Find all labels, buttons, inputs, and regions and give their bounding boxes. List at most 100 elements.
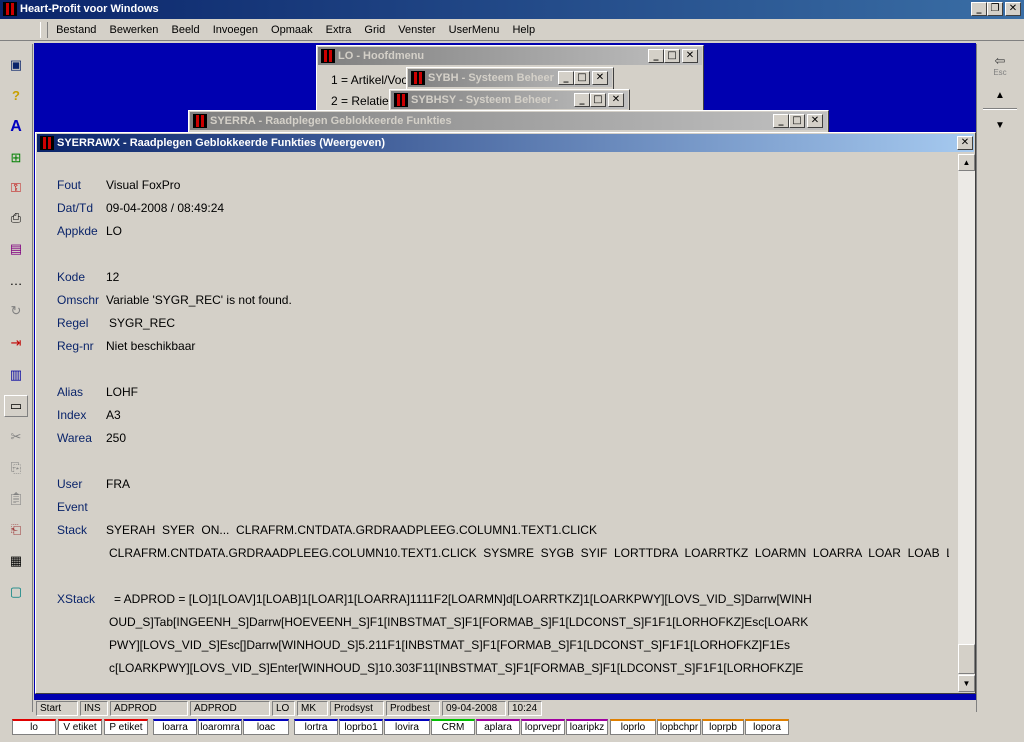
tab-loprpb[interactable]: loprpb [702, 719, 744, 735]
tab-aplara[interactable]: aplara [476, 719, 520, 735]
status-prodsyst: Prodsyst [330, 701, 384, 716]
menu-help[interactable]: Help [507, 20, 540, 40]
hoofdmenu-item-2[interactable]: 2 = Relatie [331, 94, 389, 108]
sybhsy-close-icon[interactable]: ✕ [608, 93, 624, 107]
menu-extra[interactable]: Extra [321, 20, 357, 40]
app-logo-icon [3, 2, 17, 16]
print-icon[interactable]: ⎙ [4, 207, 28, 229]
scroll-down-arrow-icon[interactable]: ▼ [958, 675, 975, 692]
syerra-title-bar: SYERRA - Raadplegen Geblokkeerde Funktie… [190, 112, 827, 130]
xstack-line-1: = ADPROD = [LO]1[LOAV]1[LOAB]1[LOAR]1[LO… [114, 592, 812, 606]
syerrawx-title-bar: SYERRAWX - Raadplegen Geblokkeerde Funkt… [37, 134, 974, 152]
sybhsy-maximize-icon[interactable]: □ [590, 93, 606, 107]
cut-icon[interactable]: ✂ [4, 426, 28, 448]
help-icon[interactable]: ? [4, 84, 28, 106]
form-icon[interactable]: ▤ [4, 238, 28, 260]
close-icon[interactable]: ✕ [1005, 2, 1021, 16]
chart-icon[interactable]: ▥ [4, 364, 28, 386]
menu-beeld[interactable]: Beeld [166, 20, 204, 40]
tab-loaromra[interactable]: loaromra [198, 719, 242, 735]
syerra-title: SYERRA - Raadplegen Geblokkeerde Funktie… [210, 115, 452, 127]
paste-special-icon[interactable]: ⎗ [4, 519, 28, 541]
tab-loprlo[interactable]: loprlo [610, 719, 656, 735]
tab-v-etiket[interactable]: V etiket [58, 719, 102, 735]
sybh-close-icon[interactable]: ✕ [592, 71, 608, 85]
app-window-icon[interactable]: ▣ [4, 54, 28, 76]
menu-invoegen[interactable]: Invoegen [208, 20, 263, 40]
window-syerrawx: SYERRAWX - Raadplegen Geblokkeerde Funkt… [35, 132, 976, 694]
tab-loaripkz[interactable]: loaripkz [566, 719, 608, 735]
window-syerra[interactable]: SYERRA - Raadplegen Geblokkeerde Funktie… [188, 110, 829, 134]
scroll-down-button[interactable]: ▼ [987, 118, 1013, 134]
menu-bewerken[interactable]: Bewerken [105, 20, 164, 40]
menu-venster[interactable]: Venster [393, 20, 440, 40]
esc-button[interactable]: ⇦ Esc [984, 54, 1016, 82]
tab-lopora[interactable]: lopora [745, 719, 789, 735]
tab-lovira[interactable]: lovira [384, 719, 430, 735]
export-icon[interactable]: ⇥ [4, 332, 28, 354]
alias-label: Alias [57, 385, 84, 399]
scroll-up-button[interactable]: ▲ [987, 88, 1013, 104]
paste-icon[interactable]: 📋︎ [4, 488, 28, 510]
back-arrow-icon: ⇦ [994, 53, 1006, 68]
hoofdmenu-close-icon[interactable]: ✕ [682, 49, 698, 63]
sybhsy-minimize-icon[interactable]: _ [574, 93, 590, 107]
tab-loac[interactable]: loac [243, 719, 289, 735]
right-toolbar: ⇦ Esc ▲ ▼ [976, 44, 1024, 712]
tab-lo[interactable]: lo [12, 719, 56, 735]
window-list-icon[interactable]: ▭ [4, 395, 28, 417]
tab-lopbchpr[interactable]: lopbchpr [657, 719, 701, 735]
left-toolbar: ▣ ? A ⊞ ⚿ ⎙ ▤ … ↻ ⇥ ▥ ▭ ✂ ⎘ 📋︎ ⎗ ▦ ▢ [0, 44, 33, 712]
refresh-icon[interactable]: ↻ [4, 300, 28, 322]
user-value: FRA [106, 477, 130, 491]
hoofdmenu-title-bar: LO - Hoofdmenu _ □ ✕ [318, 47, 702, 65]
tab-p-etiket[interactable]: P etiket [104, 719, 148, 735]
tab-loprbo1[interactable]: loprbo1 [339, 719, 383, 735]
sybh-maximize-icon[interactable]: □ [574, 71, 590, 85]
scroll-up-arrow-icon[interactable]: ▲ [958, 154, 975, 171]
copy-icon[interactable]: ⎘ [4, 457, 28, 479]
menu-bar: Bestand Bewerken Beeld Invoegen Opmaak E… [0, 20, 1024, 41]
menu-bestand[interactable]: Bestand [51, 20, 101, 40]
menu-grip [40, 22, 48, 39]
menu-usermenu[interactable]: UserMenu [444, 20, 505, 40]
syerra-maximize-icon[interactable]: □ [789, 114, 805, 128]
hoofdmenu-maximize-icon[interactable]: □ [664, 49, 680, 63]
status-ins: INS [80, 701, 108, 716]
tab-loarra[interactable]: loarra [153, 719, 197, 735]
sybh-title-bar: SYBH - Systeem Beheer _ □ ✕ [408, 69, 612, 87]
monitor-icon[interactable]: ▢ [4, 581, 28, 603]
menu-opmaak[interactable]: Opmaak [266, 20, 318, 40]
fout-value: Visual FoxPro [106, 178, 181, 192]
minimize-icon[interactable]: _ [971, 2, 987, 16]
syerrawx-close-icon[interactable]: ✕ [957, 136, 973, 150]
syerra-minimize-icon[interactable]: _ [773, 114, 789, 128]
dots-icon[interactable]: … [4, 269, 28, 291]
app-title: Heart-Profit voor Windows [20, 3, 159, 15]
sybh-logo-icon [411, 71, 425, 85]
syerra-logo-icon [193, 114, 207, 128]
regel-label: Regel [57, 316, 89, 330]
tab-lortra[interactable]: lortra [294, 719, 338, 735]
tree-icon[interactable]: ⊞ [4, 147, 28, 169]
syerra-close-icon[interactable]: ✕ [807, 114, 823, 128]
tab-loprvepr[interactable]: loprvepr [521, 719, 565, 735]
status-start[interactable]: Start [36, 701, 78, 716]
appkde-value: LO [106, 224, 123, 238]
calculator-icon[interactable]: ▦ [4, 550, 28, 572]
scroll-thumb[interactable] [958, 644, 975, 674]
content-scrollbar[interactable]: ▲ ▼ [958, 154, 975, 692]
hoofdmenu-logo-icon [321, 49, 335, 63]
restore-icon[interactable]: ❐ [987, 2, 1003, 16]
regnr-label: Reg-nr [57, 339, 94, 353]
hoofdmenu-minimize-icon[interactable]: _ [648, 49, 664, 63]
sybh-minimize-icon[interactable]: _ [558, 71, 574, 85]
kode-value: 12 [106, 270, 120, 284]
menu-grid[interactable]: Grid [359, 20, 390, 40]
dattd-label: Dat/Td [57, 201, 94, 215]
app-title-bar: Heart-Profit voor Windows _ ❐ ✕ [0, 0, 1024, 19]
key-icon[interactable]: ⚿ [4, 177, 28, 199]
hoofdmenu-item-1[interactable]: 1 = Artikel/Voo [331, 73, 408, 87]
font-icon[interactable]: A [4, 116, 28, 138]
tab-crm[interactable]: CRM [431, 719, 475, 735]
